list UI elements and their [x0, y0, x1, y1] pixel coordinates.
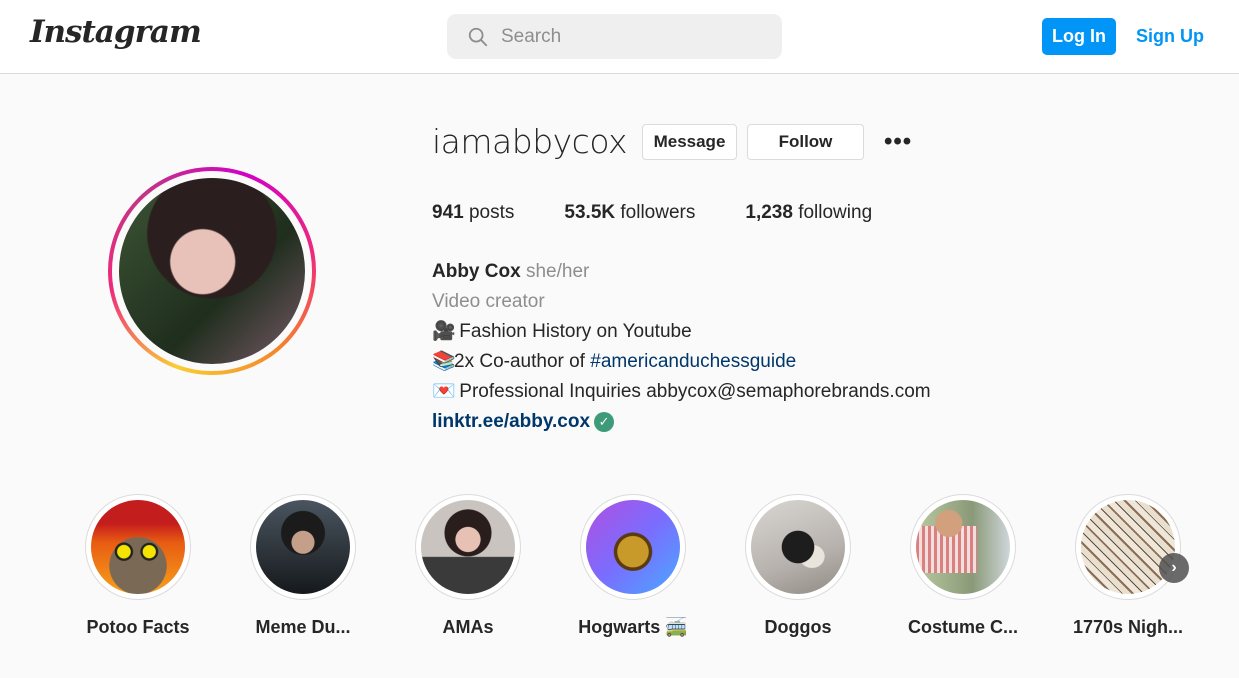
highlight-label: Potoo Facts [86, 617, 190, 637]
profile-category: Video creator [432, 291, 545, 312]
highlight-cover [751, 500, 845, 594]
instagram-logo[interactable]: Instagram [30, 14, 202, 50]
highlight-cover-ring [745, 494, 851, 600]
follow-button[interactable]: Follow [747, 124, 864, 160]
next-highlights-arrow-icon[interactable]: › [1159, 553, 1189, 583]
bio-line-2-text: 2x Co-author of [454, 351, 591, 372]
posts-stat: 941 posts [432, 202, 514, 224]
full-name: Abby Cox [432, 261, 521, 282]
highlight-cover-ring [580, 494, 686, 600]
top-navigation-bar: Instagram Log In Sign Up [0, 0, 1239, 74]
highlight-label: AMAs [442, 617, 494, 637]
search-input[interactable] [501, 23, 761, 51]
highlight-cover [916, 500, 1010, 594]
followers-count: 53.5K [564, 202, 616, 223]
profile-avatar [119, 178, 305, 364]
following-count: 1,238 [745, 202, 793, 223]
bio-line-3: 💌 Professional Inquiries abbycox@semapho… [432, 377, 931, 407]
highlight-cover-ring [85, 494, 191, 600]
highlight-label: Costume C... [907, 617, 1018, 637]
highlight-cover [91, 500, 185, 594]
highlight-label: Doggos [764, 617, 832, 637]
log-in-button[interactable]: Log In [1042, 18, 1116, 55]
highlight-label: Meme Du... [255, 617, 351, 637]
bio-name-line: Abby Cox she/her [432, 257, 931, 287]
bio-line-1-text: Fashion History on Youtube [459, 321, 692, 342]
highlight-cover [256, 500, 350, 594]
bio-line-1: 🎥 Fashion History on Youtube [432, 317, 931, 347]
bio-link-line: linktr.ee/abby.cox ✓ [432, 407, 931, 437]
followers-label: followers [620, 202, 696, 223]
highlight-cover [586, 500, 680, 594]
verified-check-icon: ✓ [594, 412, 615, 432]
highlight-label: Hogwarts 🚎 [578, 617, 688, 637]
highlight-cover [1081, 500, 1175, 594]
highlight-item[interactable]: Meme Du... [223, 494, 383, 638]
highlight-item[interactable]: Hogwarts 🚎 [553, 494, 713, 638]
sign-up-link[interactable]: Sign Up [1136, 26, 1204, 47]
movie-camera-icon: 🎥 [432, 321, 456, 342]
highlight-cover [421, 500, 515, 594]
highlight-cover-ring [250, 494, 356, 600]
highlight-label: 1770s Nigh... [1072, 617, 1184, 637]
search-box[interactable] [447, 14, 782, 59]
external-link[interactable]: linktr.ee/abby.cox [432, 411, 590, 432]
highlight-item[interactable]: Doggos [718, 494, 878, 638]
profile-avatar-story-ring[interactable] [108, 167, 316, 375]
profile-username: iamabbycox [432, 122, 628, 161]
highlight-cover-ring [910, 494, 1016, 600]
following-label: following [798, 202, 873, 223]
search-icon [468, 27, 488, 47]
highlight-item[interactable]: Costume C... [883, 494, 1043, 638]
message-button[interactable]: Message [642, 124, 737, 160]
books-icon: 📚 [432, 351, 456, 372]
hashtag-link[interactable]: #americanduchessguide [590, 351, 796, 372]
following-stat[interactable]: 1,238 following [745, 202, 872, 224]
bio-line-3-text: Professional Inquiries abbycox@semaphore… [459, 381, 931, 402]
bio-line-2: 📚2x Co-author of #americanduchessguide [432, 347, 931, 377]
followers-stat[interactable]: 53.5K followers [564, 202, 695, 224]
highlight-item[interactable]: AMAs [388, 494, 548, 638]
profile-bio: Abby Cox she/her Video creator 🎥 Fashion… [432, 257, 931, 437]
pronouns: she/her [525, 261, 590, 282]
highlight-cover-ring [415, 494, 521, 600]
more-options-icon[interactable]: ••• [884, 128, 912, 156]
posts-count: 941 [432, 202, 464, 223]
posts-label: posts [468, 202, 515, 223]
love-letter-icon: 💌 [432, 381, 456, 402]
profile-stats: 941 posts 53.5K followers 1,238 followin… [432, 202, 922, 224]
highlight-cover-ring [1075, 494, 1181, 600]
highlight-item[interactable]: Potoo Facts [58, 494, 218, 638]
